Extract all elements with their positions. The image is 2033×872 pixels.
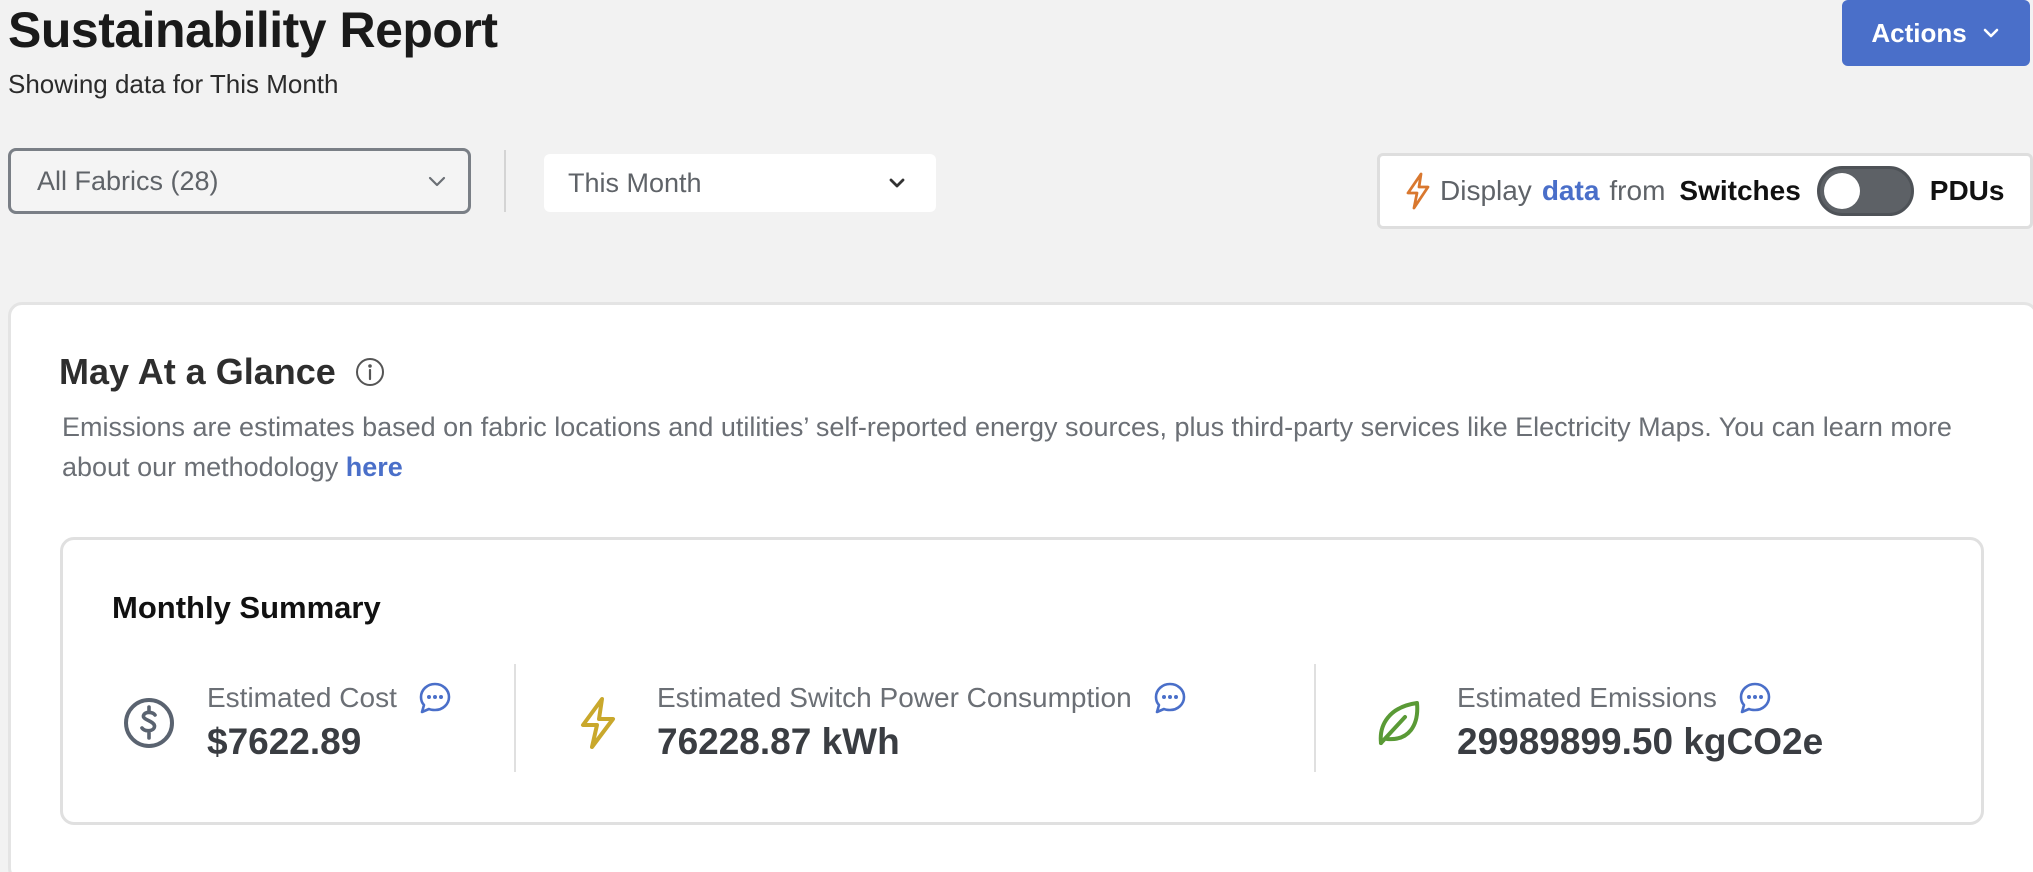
fabric-select[interactable]: All Fabrics (28) bbox=[8, 148, 471, 214]
metric-value: 29989899.50 kgCO2e bbox=[1457, 721, 1824, 762]
toggle-option-switches: Switches bbox=[1679, 175, 1801, 206]
metric-power-consumption: Estimated Switch Power Consumption 76228… bbox=[571, 668, 1188, 778]
metric-value: $7622.89 bbox=[207, 721, 362, 762]
actions-button-label: Actions bbox=[1871, 17, 1967, 48]
metric-estimated-emissions: Estimated Emissions 29989899.50 kgCO2e bbox=[1371, 668, 1823, 778]
metric-estimated-cost: Estimated Cost $7622.89 bbox=[121, 668, 453, 778]
fabric-select-value: All Fabrics (28) bbox=[37, 165, 219, 196]
lightning-bolt-icon bbox=[581, 697, 615, 749]
metric-label: Estimated Emissions bbox=[1457, 682, 1717, 713]
page-title: Sustainability Report bbox=[8, 2, 498, 58]
metric-label: Estimated Switch Power Consumption bbox=[657, 682, 1132, 713]
methodology-link[interactable]: here bbox=[346, 452, 403, 482]
metric-divider bbox=[1314, 664, 1316, 772]
metric-divider bbox=[514, 664, 516, 772]
display-highlight: data bbox=[1541, 175, 1600, 206]
toggle-knob bbox=[1823, 173, 1860, 209]
leaf-icon bbox=[1378, 701, 1420, 745]
metric-label: Estimated Cost bbox=[207, 682, 397, 713]
chat-bubble-icon[interactable] bbox=[1152, 680, 1188, 716]
glance-card: May At a Glance Emissions are estimates … bbox=[8, 302, 2033, 872]
chevron-down-icon bbox=[428, 176, 446, 187]
lightning-bolt-icon bbox=[1406, 172, 1430, 210]
monthly-summary-panel: Monthly Summary Estimated Cost $7622.89 bbox=[60, 537, 1984, 825]
dollar-circle-icon bbox=[124, 698, 174, 748]
chat-bubble-icon[interactable] bbox=[1737, 680, 1773, 716]
summary-title: Monthly Summary bbox=[112, 590, 381, 625]
actions-button[interactable]: Actions bbox=[1842, 0, 2030, 66]
metric-value: 76228.87 kWh bbox=[657, 721, 900, 762]
display-data-source: Display data from Switches PDUs bbox=[1377, 153, 2033, 229]
glance-description: Emissions are estimates based on fabric … bbox=[62, 407, 1992, 487]
period-select[interactable]: This Month bbox=[544, 154, 936, 212]
period-select-value: This Month bbox=[568, 167, 702, 198]
chevron-down-icon bbox=[889, 178, 905, 188]
glance-title: May At a Glance bbox=[59, 351, 386, 393]
switches-pdus-toggle[interactable] bbox=[1816, 166, 1914, 216]
page-subtitle: Showing data for This Month bbox=[8, 69, 339, 99]
toggle-option-pdus: PDUs bbox=[1929, 175, 2005, 206]
display-from: from bbox=[1609, 175, 1666, 206]
chevron-down-icon bbox=[1983, 28, 1998, 38]
display-prefix: Display bbox=[1440, 175, 1532, 206]
info-icon[interactable] bbox=[354, 356, 386, 388]
chat-bubble-icon[interactable] bbox=[417, 680, 453, 716]
filter-divider bbox=[504, 150, 506, 212]
glance-title-text: May At a Glance bbox=[59, 351, 336, 392]
